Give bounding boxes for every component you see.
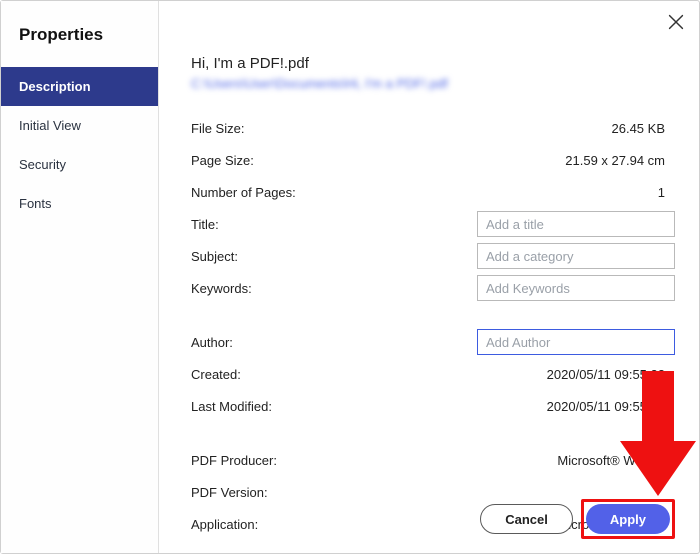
row-file-size: File Size: 26.45 KB — [191, 113, 675, 143]
row-title: Title: — [191, 209, 675, 239]
value-page-size: 21.59 x 27.94 cm — [341, 153, 675, 168]
label-file-size: File Size: — [191, 121, 341, 136]
value-file-size: 26.45 KB — [341, 121, 675, 136]
file-header: Hi, I'm a PDF!.pdf C:\Users\User\Documen… — [191, 55, 675, 91]
file-path: C:\Users\User\Documents\Hi, I'm a PDF!.p… — [191, 76, 675, 91]
properties-list: File Size: 26.45 KB Page Size: 21.59 x 2… — [191, 113, 675, 539]
properties-dialog: Properties Description Initial View Secu… — [0, 0, 700, 554]
cancel-button[interactable]: Cancel — [480, 504, 573, 534]
value-num-pages: 1 — [341, 185, 675, 200]
input-title[interactable] — [477, 211, 675, 237]
close-icon — [665, 11, 687, 33]
value-producer: Microsoft® Word 2 — [341, 453, 675, 468]
label-page-size: Page Size: — [191, 153, 341, 168]
tab-description[interactable]: Description — [1, 67, 158, 106]
label-version: PDF Version: — [191, 485, 341, 500]
apply-button[interactable]: Apply — [586, 504, 670, 534]
input-author[interactable] — [477, 329, 675, 355]
input-subject[interactable] — [477, 243, 675, 269]
value-created: 2020/05/11 09:55:22 — [341, 367, 675, 382]
row-author: Author: — [191, 327, 675, 357]
row-page-size: Page Size: 21.59 x 27.94 cm — [191, 145, 675, 175]
label-title: Title: — [191, 217, 341, 232]
label-subject: Subject: — [191, 249, 341, 264]
row-producer: PDF Producer: Microsoft® Word 2 — [191, 445, 675, 475]
label-created: Created: — [191, 367, 341, 382]
input-keywords[interactable] — [477, 275, 675, 301]
row-num-pages: Number of Pages: 1 — [191, 177, 675, 207]
label-keywords: Keywords: — [191, 281, 341, 296]
tab-security[interactable]: Security — [1, 145, 158, 184]
value-modified: 2020/05/11 09:55:22 — [341, 399, 675, 414]
sidebar: Properties Description Initial View Secu… — [1, 1, 159, 553]
content-panel: Hi, I'm a PDF!.pdf C:\Users\User\Documen… — [159, 1, 699, 553]
tab-initial-view[interactable]: Initial View — [1, 106, 158, 145]
row-keywords: Keywords: — [191, 273, 675, 303]
label-modified: Last Modified: — [191, 399, 341, 414]
tab-fonts[interactable]: Fonts — [1, 184, 158, 223]
dialog-footer: Cancel Apply — [480, 499, 675, 539]
row-modified: Last Modified: 2020/05/11 09:55:22 — [191, 391, 675, 421]
label-application: Application: — [191, 517, 341, 532]
close-button[interactable] — [665, 11, 687, 33]
label-num-pages: Number of Pages: — [191, 185, 341, 200]
label-author: Author: — [191, 335, 341, 350]
apply-highlight: Apply — [581, 499, 675, 539]
row-created: Created: 2020/05/11 09:55:22 — [191, 359, 675, 389]
file-name: Hi, I'm a PDF!.pdf — [191, 55, 675, 72]
sidebar-title: Properties — [1, 25, 158, 67]
label-producer: PDF Producer: — [191, 453, 341, 468]
row-subject: Subject: — [191, 241, 675, 271]
